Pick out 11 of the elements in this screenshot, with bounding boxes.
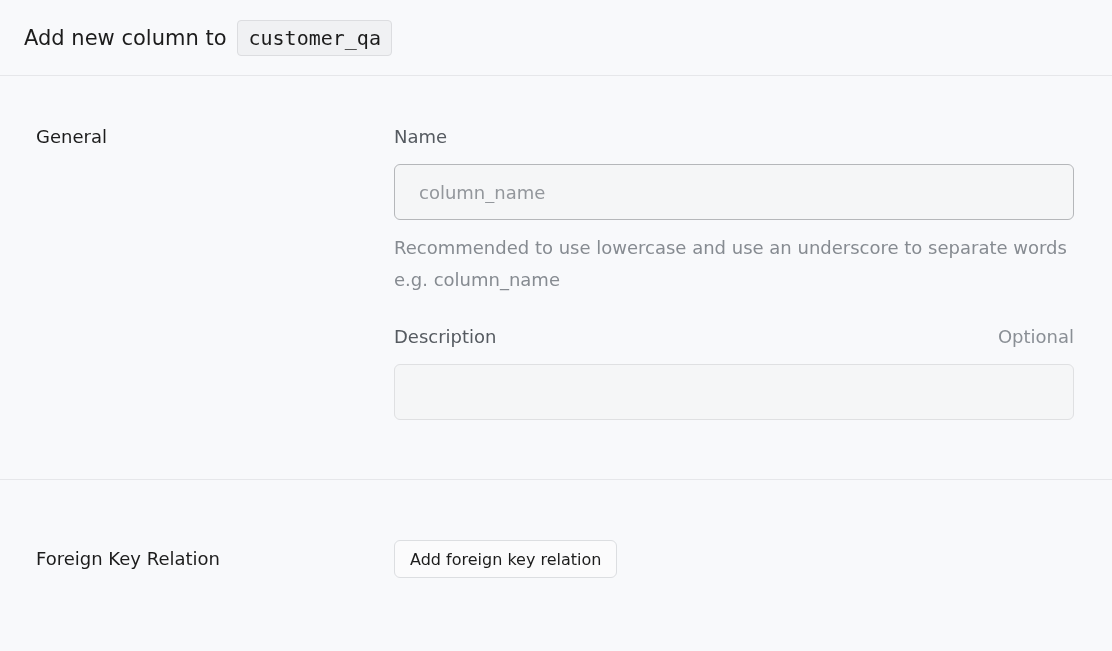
text-field[interactable] — [394, 364, 1074, 420]
field-hint: Recommended to use lowercase and use an underscore to separate words e.g. column_name — [394, 236, 1068, 293]
table-name-tag: customer_qa — [237, 19, 392, 56]
optional-label: Optional — [997, 325, 1074, 349]
dialog-title: Add new column to — [24, 25, 227, 50]
field-label: Name — [394, 125, 448, 149]
section-label: General — [36, 126, 107, 147]
add-relation-button[interactable]: Add foreign key relation — [394, 540, 618, 578]
text-field[interactable]: column_name — [394, 164, 1074, 220]
field-label: Description — [394, 325, 497, 349]
section-label: Foreign Key Relation — [36, 548, 220, 569]
